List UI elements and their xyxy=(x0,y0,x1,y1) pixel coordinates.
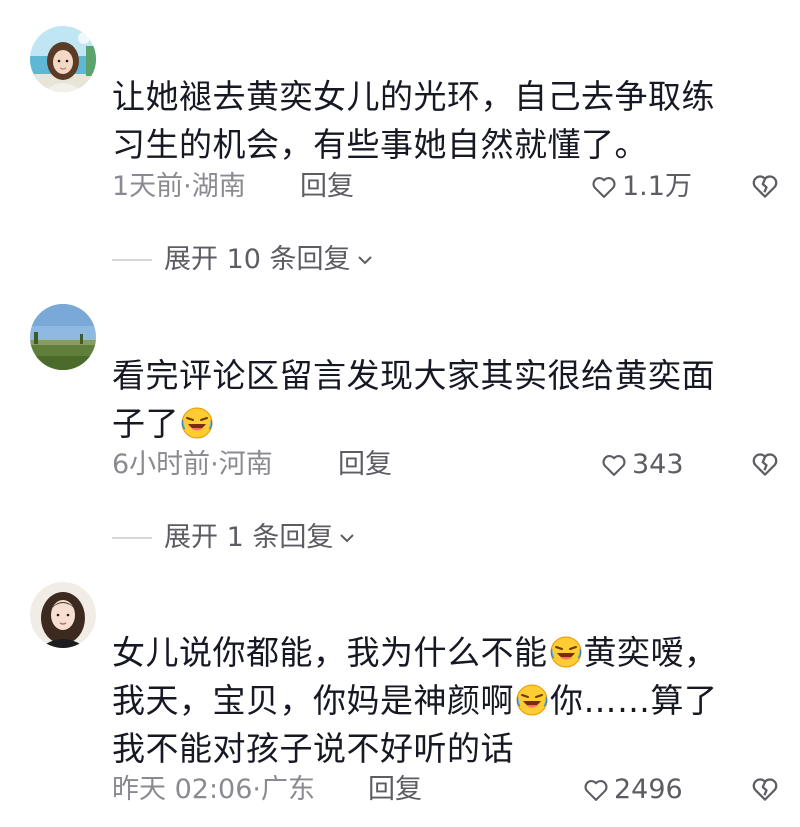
heart-outline-icon xyxy=(592,177,616,198)
comment-segment: 黄奕嗳， xyxy=(583,633,718,672)
like-button[interactable]: 2496 xyxy=(582,770,683,810)
expand-replies-button[interactable]: 展开 1 条回复 xyxy=(112,518,357,558)
expand-replies-button[interactable]: 展开 10 条回复 xyxy=(112,240,375,280)
heart-outline-icon xyxy=(584,780,608,801)
avatar-landscape-icon xyxy=(30,304,96,370)
chevron-down-icon xyxy=(340,534,355,543)
heart-outline-icon xyxy=(602,455,626,476)
reply-button[interactable]: 回复 xyxy=(300,167,354,207)
like-count: 1.1万 xyxy=(622,171,692,202)
like-button[interactable]: 343 xyxy=(600,445,684,485)
comment-text: 让她褪去黄奕女儿的光环，自己去争取练 习生的机会，有些事她自然就懂了。 xyxy=(112,73,762,169)
chevron-down-icon xyxy=(357,256,372,265)
broken-heart-icon xyxy=(752,778,778,801)
avatar-girl-sea-icon xyxy=(30,26,96,92)
reply-button[interactable]: 回复 xyxy=(338,445,392,485)
comment-meta: 昨天 02:06·广东 回复 2496 xyxy=(112,770,778,810)
avatar[interactable] xyxy=(30,582,96,648)
divider-dash xyxy=(112,259,152,261)
laugh-cry-emoji-icon xyxy=(180,406,214,440)
divider-dash xyxy=(112,537,152,539)
comment-time-location: 6小时前·河南 xyxy=(112,449,273,480)
laugh-cry-emoji-icon xyxy=(549,635,583,669)
comment-line: 习生的机会，有些事她自然就懂了。 xyxy=(112,125,648,164)
comment-line: 我天，宝贝，你妈是神颜啊 你……算了 xyxy=(112,677,762,725)
comment-text: 看完评论区留言发现大家其实很给黄奕面 子了 xyxy=(112,352,762,448)
avatar-woman-icon xyxy=(30,582,96,648)
dislike-button[interactable] xyxy=(750,171,780,201)
comment-line: 看完评论区留言发现大家其实很给黄奕面 xyxy=(112,356,715,395)
comment-line: 子了 xyxy=(112,400,762,448)
like-count: 343 xyxy=(632,449,684,480)
comment-meta: 1天前·湖南 回复 1.1万 xyxy=(112,167,778,207)
avatar[interactable] xyxy=(30,304,96,370)
comment-segment: 女儿说你都能，我为什么不能 xyxy=(112,633,548,672)
comment-segment: 你……算了 xyxy=(550,681,718,720)
broken-heart-icon xyxy=(752,453,778,476)
dislike-button[interactable] xyxy=(750,774,780,804)
comment-line: 女儿说你都能，我为什么不能 黄奕嗳， xyxy=(112,629,762,677)
expand-replies-label: 展开 1 条回复 xyxy=(164,522,334,553)
comment-meta: 6小时前·河南 回复 343 xyxy=(112,445,778,485)
comment-time-location: 昨天 02:06·广东 xyxy=(112,774,315,805)
like-button[interactable]: 1.1万 xyxy=(590,167,692,207)
like-count: 2496 xyxy=(614,774,683,805)
comment-segment: 子了 xyxy=(112,404,179,443)
avatar[interactable] xyxy=(30,26,96,92)
laugh-cry-emoji-icon xyxy=(515,683,549,717)
comment-text: 女儿说你都能，我为什么不能 黄奕嗳， 我天，宝贝，你妈是神颜啊 你……算了 我不能对… xyxy=(112,629,762,773)
reply-button[interactable]: 回复 xyxy=(368,770,422,810)
comment-line: 我不能对孩子说不好听的话 xyxy=(112,729,514,768)
comment-time-location: 1天前·湖南 xyxy=(112,171,246,202)
dislike-button[interactable] xyxy=(750,449,780,479)
broken-heart-icon xyxy=(752,175,778,198)
expand-replies-label: 展开 10 条回复 xyxy=(164,244,351,275)
comment-segment: 我天，宝贝，你妈是神颜啊 xyxy=(112,681,514,720)
comment-line: 让她褪去黄奕女儿的光环，自己去争取练 xyxy=(112,77,715,116)
